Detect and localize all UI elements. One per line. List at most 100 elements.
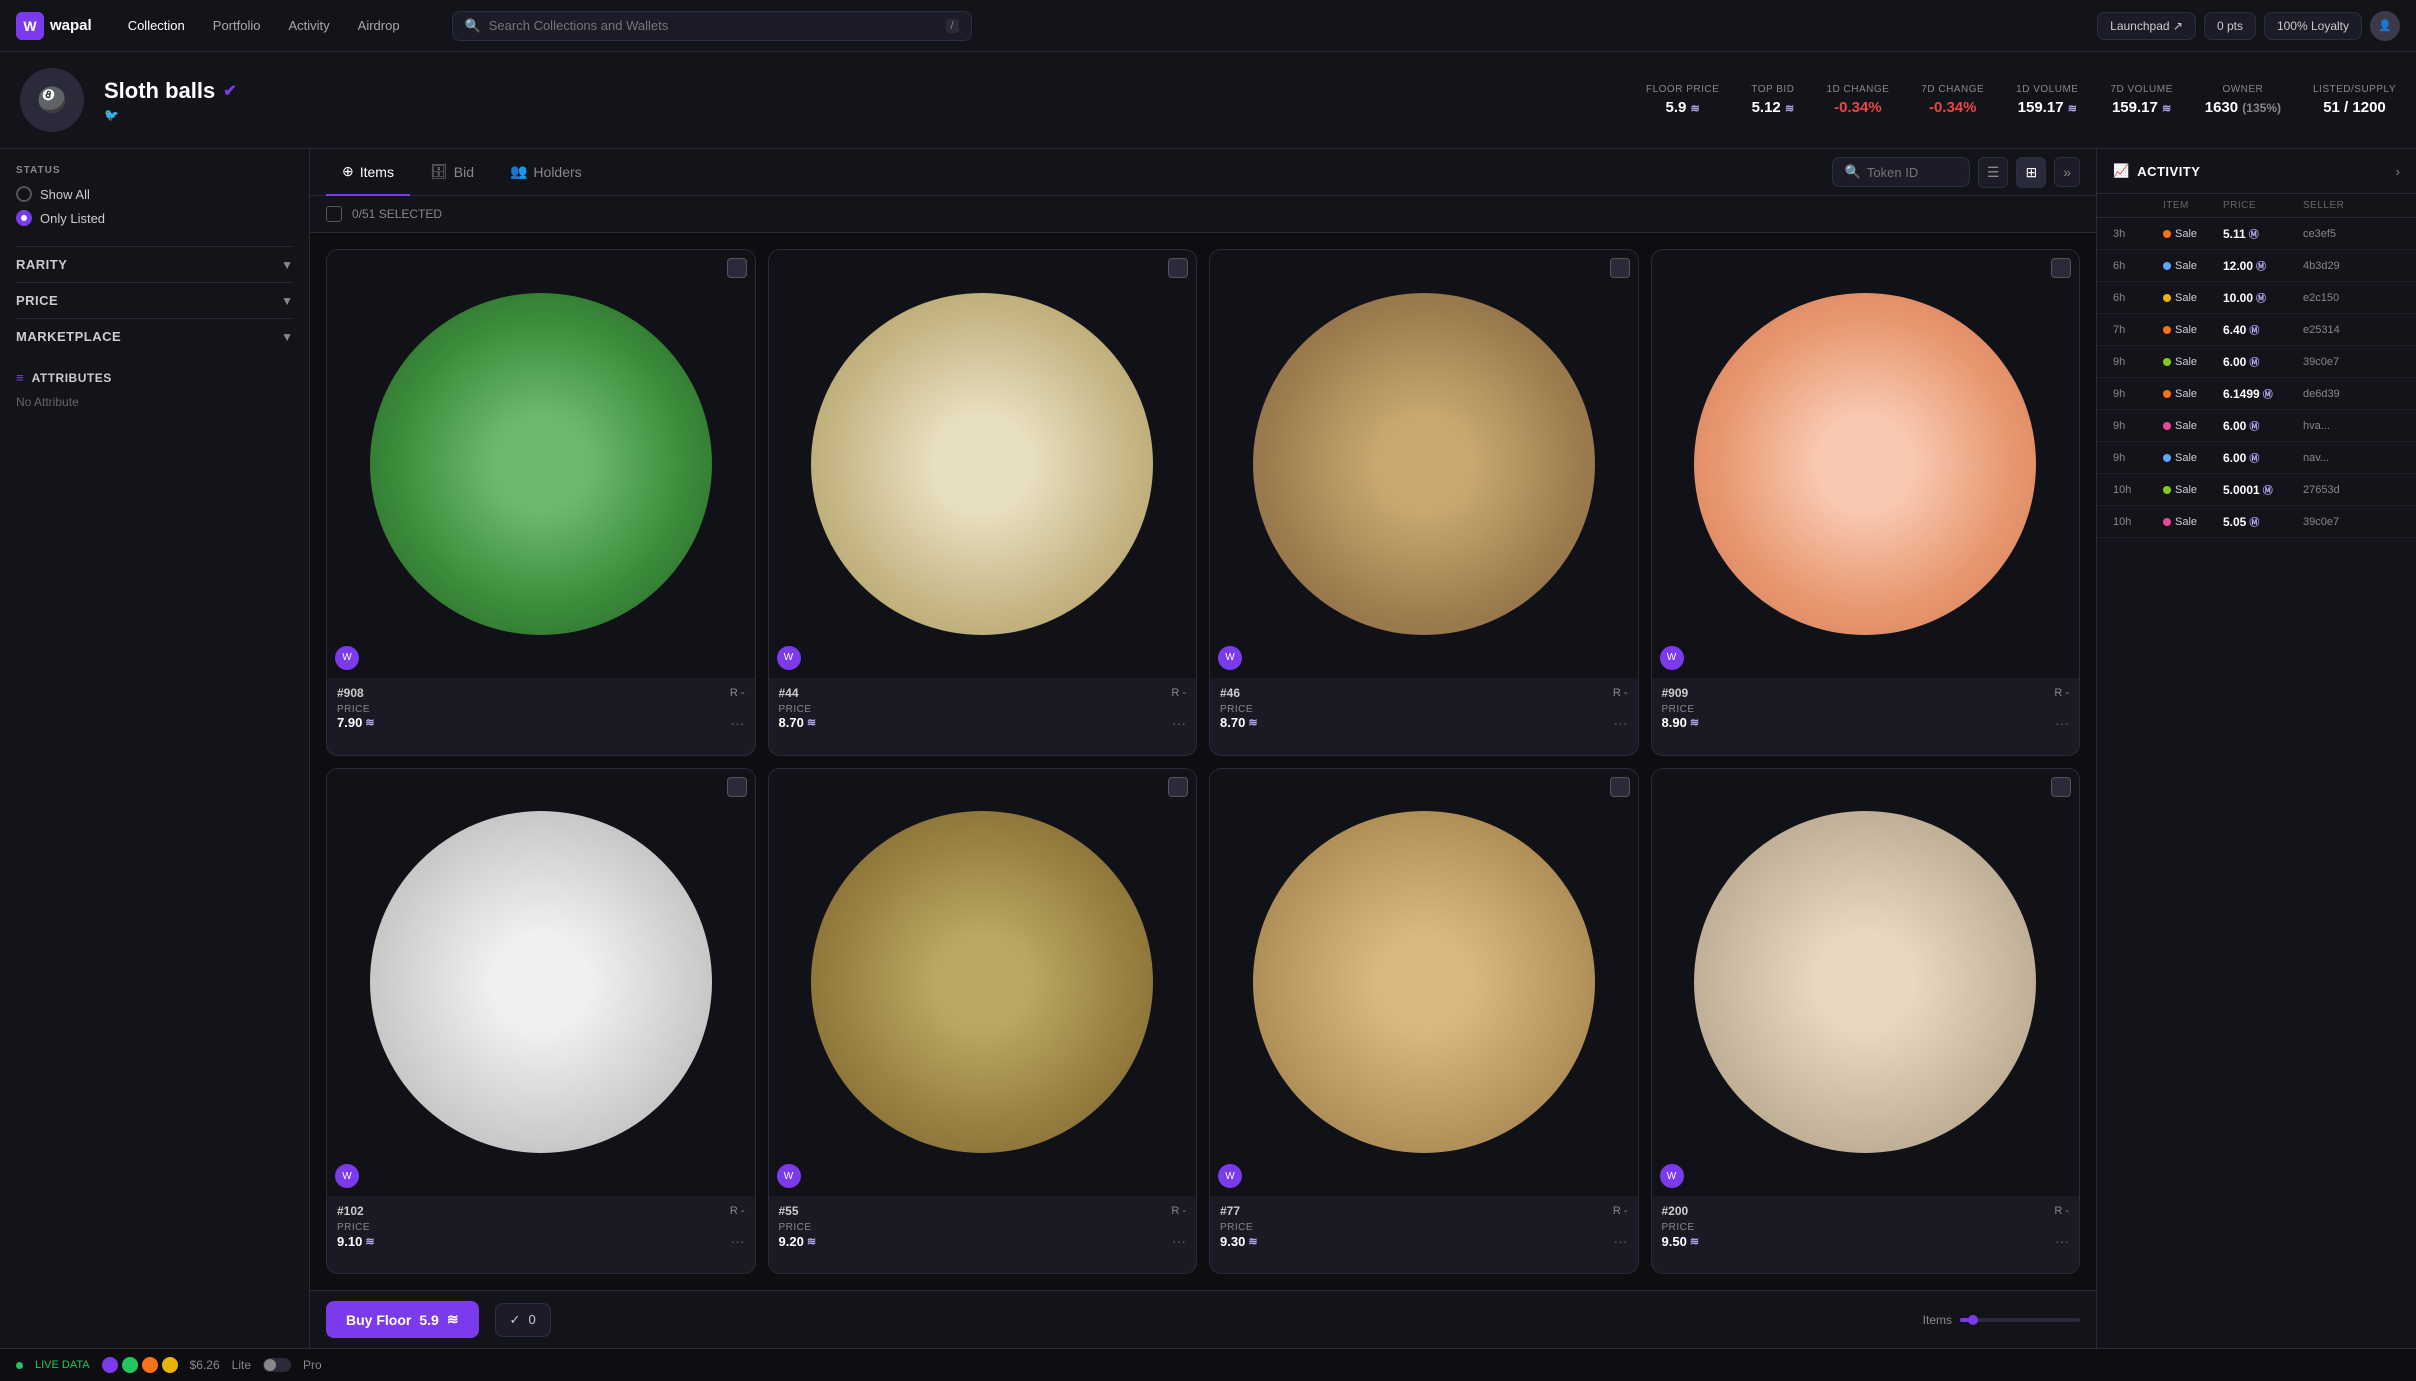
bottom-bar: Buy Floor 5.9 ≋ ✓ 0 Items bbox=[310, 1290, 2096, 1348]
activity-row[interactable]: 6h Sale 10.00 Ⓜ e2c150 bbox=[2097, 282, 2416, 314]
nft-rarity: R - bbox=[1171, 1205, 1186, 1217]
activity-time: 9h bbox=[2113, 388, 2163, 400]
expand-button[interactable]: » bbox=[2054, 157, 2080, 187]
nft-card[interactable]: W #200 R - PRICE 9.50 ≋ ··· bbox=[1651, 768, 2081, 1275]
price-value: 9.50 ≋ bbox=[1662, 1234, 1700, 1249]
tab-holders[interactable]: 👥 Holders bbox=[494, 149, 598, 196]
sale-dot bbox=[2163, 422, 2171, 430]
activity-price: 6.1499 Ⓜ bbox=[2223, 386, 2303, 401]
nav-links: Collection Portfolio Activity Airdrop bbox=[116, 12, 412, 39]
price-more-button[interactable]: ··· bbox=[1172, 715, 1186, 731]
cart-icon: ✓ bbox=[510, 1312, 521, 1328]
loyalty-button[interactable]: 100% Loyalty bbox=[2264, 12, 2362, 40]
token-id-input[interactable] bbox=[1867, 165, 1957, 180]
tab-bid[interactable]: 🗄 Bid bbox=[414, 149, 490, 196]
filter-marketplace[interactable]: MARKETPLACE ▼ bbox=[16, 318, 293, 354]
luna-icon-nft: ≋ bbox=[365, 1235, 374, 1248]
radio-only-listed[interactable]: Only Listed bbox=[16, 210, 293, 226]
nft-select-checkbox[interactable] bbox=[727, 777, 747, 797]
nav-portfolio[interactable]: Portfolio bbox=[201, 12, 273, 39]
nft-card[interactable]: W #46 R - PRICE 8.70 ≋ ··· bbox=[1209, 249, 1639, 756]
app-logo[interactable]: W wapal bbox=[16, 12, 92, 40]
items-slider[interactable] bbox=[1960, 1318, 2080, 1322]
cart-button[interactable]: ✓ 0 bbox=[495, 1303, 551, 1337]
list-view-button[interactable]: ☰ bbox=[1978, 157, 2009, 188]
nft-select-checkbox[interactable] bbox=[1610, 258, 1630, 278]
price-more-button[interactable]: ··· bbox=[1614, 715, 1628, 731]
no-attribute: No Attribute bbox=[16, 395, 293, 409]
center-content: ⊕ Items 🗄 Bid 👥 Holders 🔍 ☰ ⊞ » bbox=[310, 149, 2096, 1348]
activity-seller: hva... bbox=[2303, 420, 2400, 432]
nft-card[interactable]: W #44 R - PRICE 8.70 ≋ ··· bbox=[768, 249, 1198, 756]
activity-row[interactable]: 9h Sale 6.00 Ⓜ nav... bbox=[2097, 442, 2416, 474]
tab-items[interactable]: ⊕ Items bbox=[326, 149, 410, 196]
lite-label: Lite bbox=[232, 1358, 251, 1372]
nft-select-checkbox[interactable] bbox=[2051, 258, 2071, 278]
avatar[interactable]: 👤 bbox=[2370, 11, 2400, 41]
activity-row[interactable]: 7h Sale 6.40 Ⓜ e25314 bbox=[2097, 314, 2416, 346]
activity-row[interactable]: 9h Sale 6.00 Ⓜ hva... bbox=[2097, 410, 2416, 442]
luna-icon-nft: ≋ bbox=[807, 1235, 816, 1248]
select-all-checkbox[interactable] bbox=[326, 206, 342, 222]
nft-select-checkbox[interactable] bbox=[1168, 258, 1188, 278]
price-more-button[interactable]: ··· bbox=[1172, 1233, 1186, 1249]
nft-card[interactable]: W #909 R - PRICE 8.90 ≋ ··· bbox=[1651, 249, 2081, 756]
activity-header: 📈 ACTIVITY › bbox=[2097, 149, 2416, 194]
nft-marketplace-icon: W bbox=[1660, 646, 1684, 670]
buy-floor-label: Buy Floor bbox=[346, 1312, 411, 1328]
search-bar[interactable]: 🔍 / bbox=[452, 11, 972, 41]
activity-row[interactable]: 10h Sale 5.0001 Ⓜ 27653d bbox=[2097, 474, 2416, 506]
luna-icon-activity: Ⓜ bbox=[2256, 290, 2266, 305]
activity-row[interactable]: 10h Sale 5.05 Ⓜ 39c0e7 bbox=[2097, 506, 2416, 538]
activity-price: 10.00 Ⓜ bbox=[2223, 290, 2303, 305]
nft-select-checkbox[interactable] bbox=[2051, 777, 2071, 797]
nav-activity[interactable]: Activity bbox=[276, 12, 341, 39]
luna-icon-activity: Ⓜ bbox=[2249, 322, 2259, 337]
twitter-link[interactable]: 🐦 bbox=[104, 108, 1606, 122]
nft-image bbox=[811, 293, 1153, 635]
price-more-button[interactable]: ··· bbox=[2055, 715, 2069, 731]
activity-price: 6.40 Ⓜ bbox=[2223, 322, 2303, 337]
activity-row[interactable]: 9h Sale 6.00 Ⓜ 39c0e7 bbox=[2097, 346, 2416, 378]
nft-image-wrap: W bbox=[1652, 250, 2080, 678]
buy-floor-button[interactable]: Buy Floor 5.9 ≋ bbox=[326, 1301, 479, 1338]
nav-airdrop[interactable]: Airdrop bbox=[346, 12, 412, 39]
nft-select-checkbox[interactable] bbox=[1610, 777, 1630, 797]
main-layout: STATUS Show All Only Listed RARITY ▼ PRI… bbox=[0, 149, 2416, 1348]
nft-select-checkbox[interactable] bbox=[727, 258, 747, 278]
token-search[interactable]: 🔍 bbox=[1832, 157, 1970, 187]
search-input[interactable] bbox=[489, 18, 938, 33]
activity-expand-icon[interactable]: › bbox=[2396, 164, 2400, 179]
collection-info: Sloth balls ✔ 🐦 bbox=[104, 78, 1606, 122]
nft-card[interactable]: W #102 R - PRICE 9.10 ≋ ··· bbox=[326, 768, 756, 1275]
activity-row[interactable]: 6h Sale 12.00 Ⓜ 4b3d29 bbox=[2097, 250, 2416, 282]
nft-rarity: R - bbox=[1613, 1205, 1628, 1217]
points-button[interactable]: 0 pts bbox=[2204, 12, 2256, 40]
filter-price[interactable]: PRICE ▼ bbox=[16, 282, 293, 318]
price-value: 9.30 ≋ bbox=[1220, 1234, 1258, 1249]
attributes-icon: ≡ bbox=[16, 370, 24, 385]
nft-image bbox=[370, 293, 712, 635]
price-more-button[interactable]: ··· bbox=[2055, 1233, 2069, 1249]
price-more-button[interactable]: ··· bbox=[731, 715, 745, 731]
nft-image bbox=[1253, 811, 1595, 1153]
nav-collection[interactable]: Collection bbox=[116, 12, 197, 39]
activity-row[interactable]: 3h Sale 5.11 Ⓜ ce3ef5 bbox=[2097, 218, 2416, 250]
activity-time: 10h bbox=[2113, 516, 2163, 528]
nft-card[interactable]: W #55 R - PRICE 9.20 ≋ ··· bbox=[768, 768, 1198, 1275]
price-more-button[interactable]: ··· bbox=[1614, 1233, 1628, 1249]
nft-id: #102 bbox=[337, 1204, 364, 1218]
launchpad-button[interactable]: Launchpad ↗ bbox=[2097, 12, 2196, 40]
price-label-nft: PRICE bbox=[1220, 1222, 1628, 1233]
activity-row[interactable]: 9h Sale 6.1499 Ⓜ de6d39 bbox=[2097, 378, 2416, 410]
nft-card[interactable]: W #77 R - PRICE 9.30 ≋ ··· bbox=[1209, 768, 1639, 1275]
filter-rarity[interactable]: RARITY ▼ bbox=[16, 246, 293, 282]
lite-toggle[interactable] bbox=[263, 1358, 291, 1372]
grid-view-button[interactable]: ⊞ bbox=[2016, 157, 2046, 188]
radio-show-all[interactable]: Show All bbox=[16, 186, 293, 202]
luna-icon-activity: Ⓜ bbox=[2263, 386, 2273, 401]
price-more-button[interactable]: ··· bbox=[731, 1233, 745, 1249]
items-grid: W #908 R - PRICE 7.90 ≋ ··· W #44 bbox=[310, 233, 2096, 1290]
nft-card[interactable]: W #908 R - PRICE 7.90 ≋ ··· bbox=[326, 249, 756, 756]
nft-select-checkbox[interactable] bbox=[1168, 777, 1188, 797]
